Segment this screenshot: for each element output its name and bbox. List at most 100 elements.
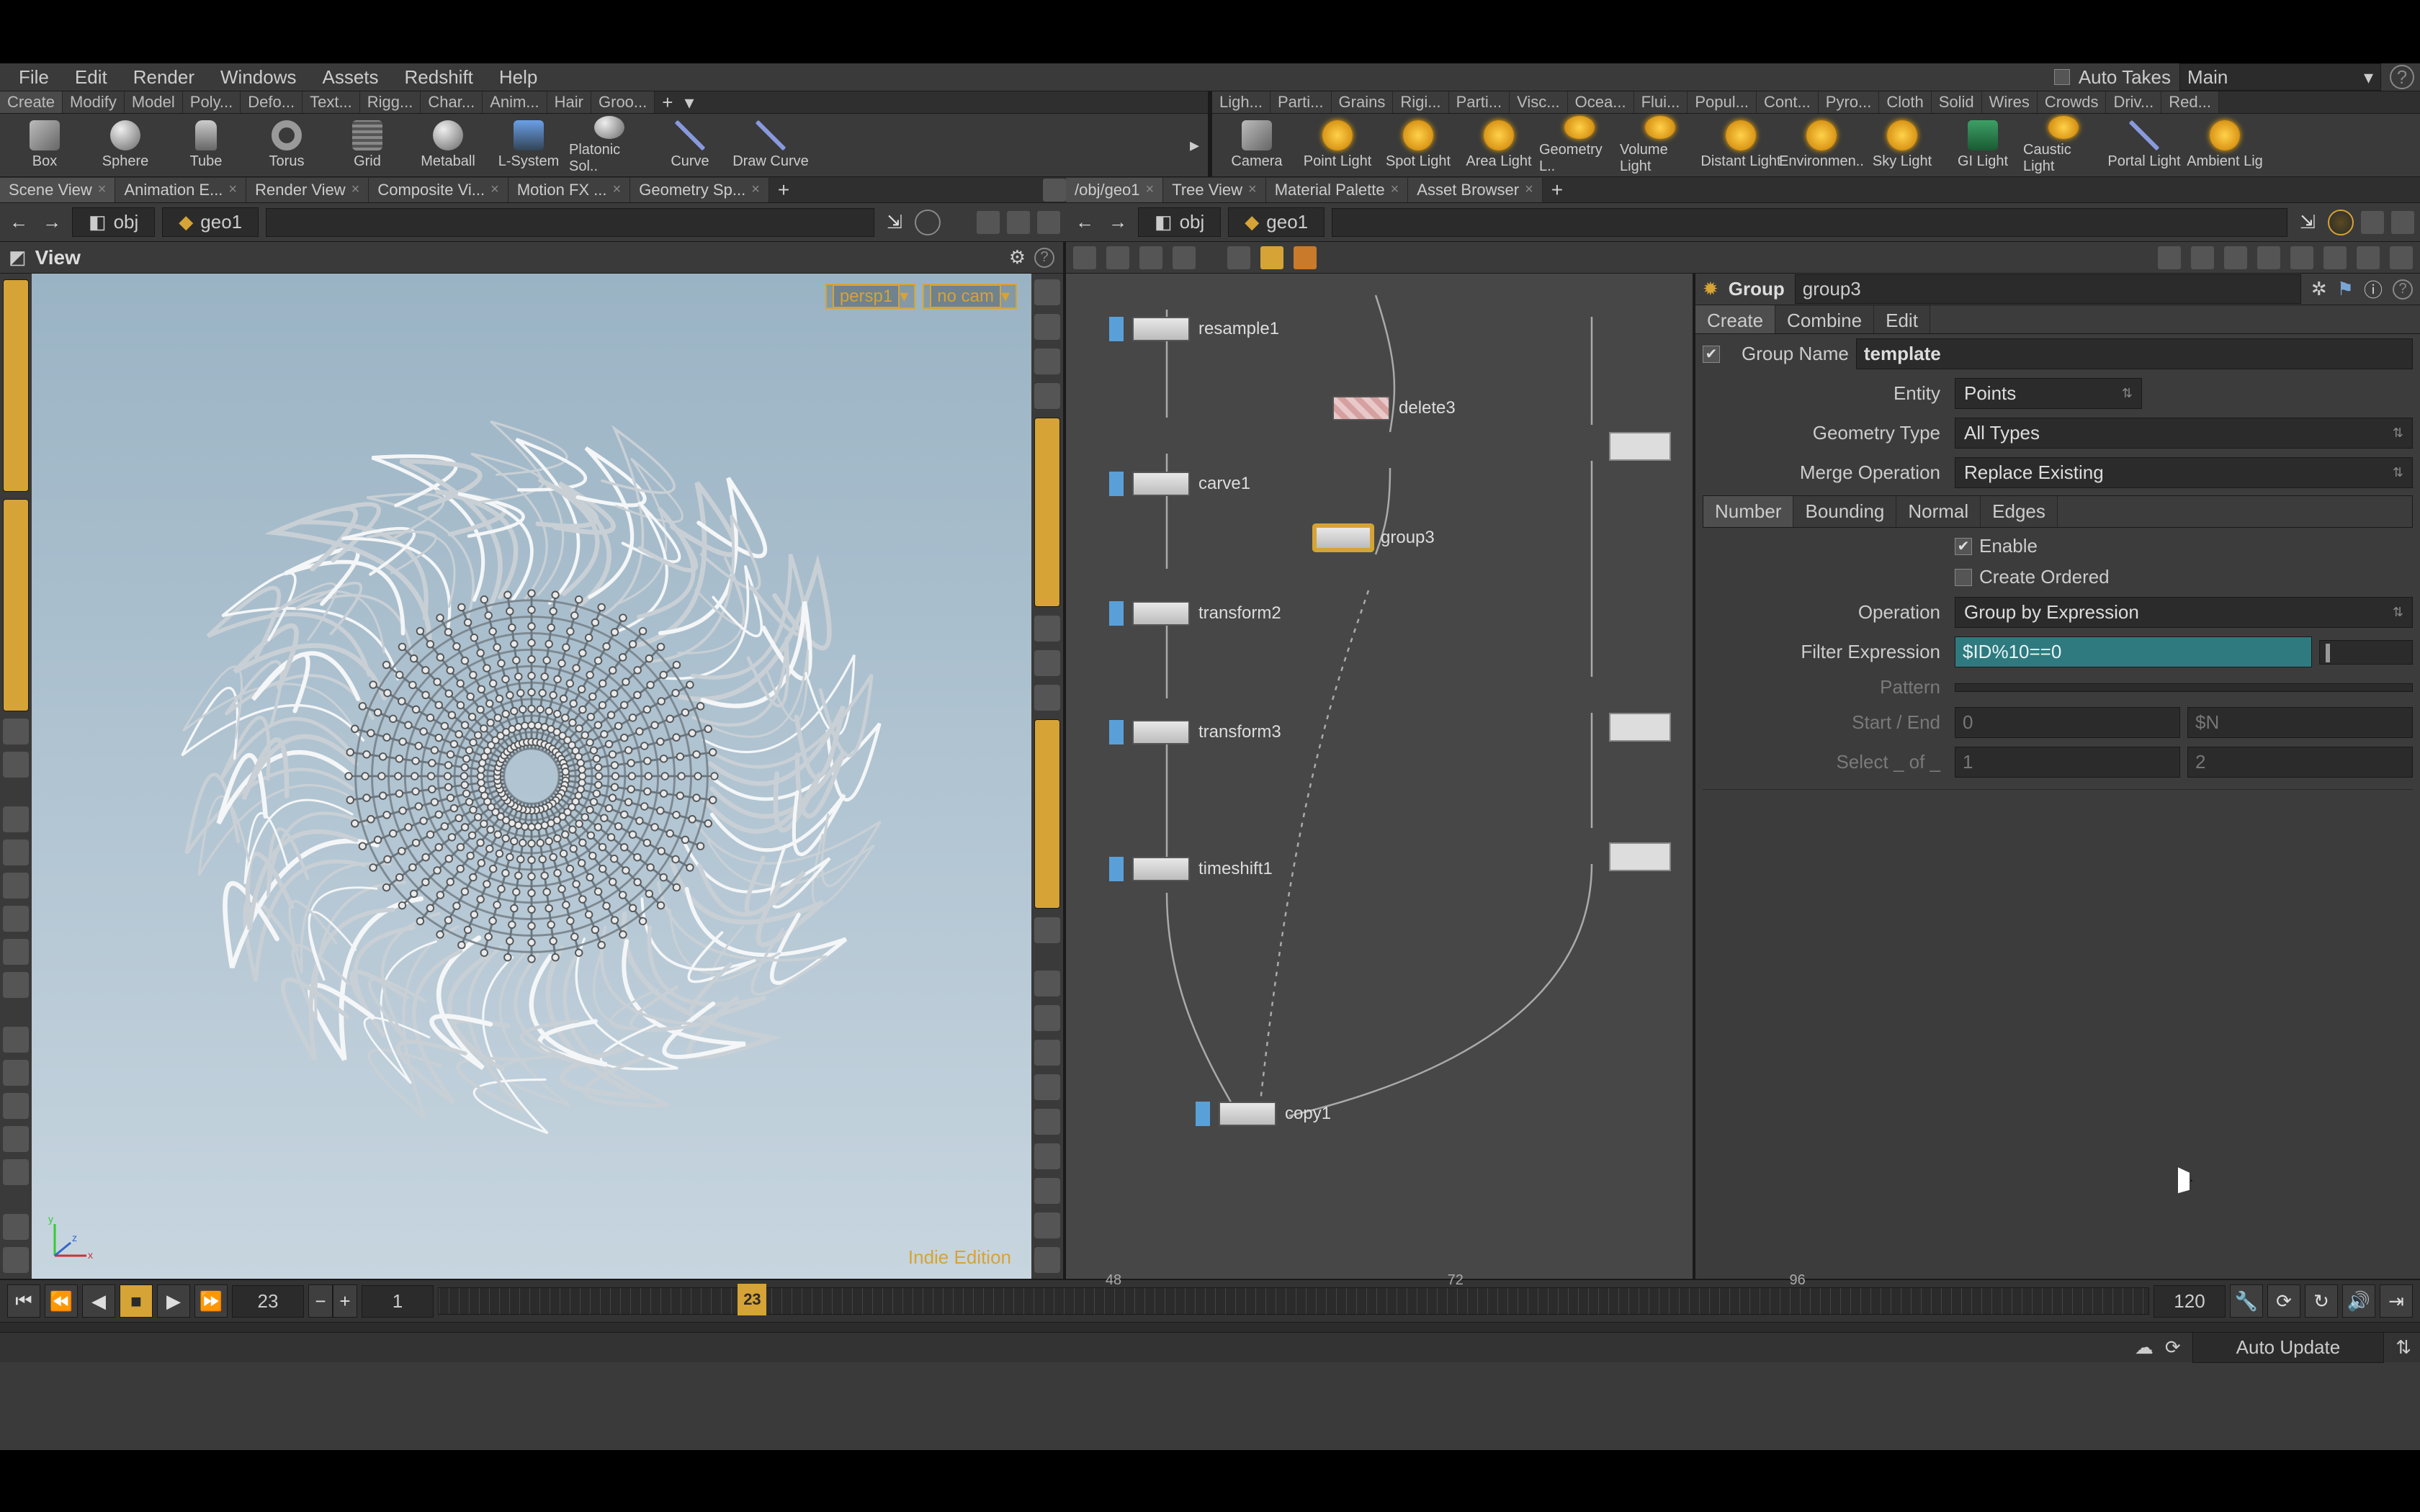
shelf-tab[interactable]: Hair — [547, 91, 591, 113]
add-tab-icon[interactable]: + — [769, 176, 798, 204]
tool-pointer[interactable] — [3, 806, 29, 832]
ghost-icon[interactable] — [1034, 418, 1060, 607]
path-segment[interactable]: ◆ geo1 — [1228, 207, 1325, 237]
shelf-tab[interactable]: Defo... — [241, 91, 302, 113]
menu-file[interactable]: File — [6, 63, 62, 91]
pane-tab[interactable]: Render View× — [246, 178, 369, 202]
close-icon[interactable]: × — [751, 181, 760, 198]
chevron-down-icon[interactable] — [3, 1159, 29, 1185]
help-icon[interactable]: ? — [1034, 248, 1054, 268]
filter-expression-input[interactable]: $ID%10==0 — [1955, 636, 2312, 667]
takes-dropdown[interactable]: Main ▾ — [2179, 63, 2381, 91]
pane-tab[interactable]: Animation E...× — [115, 178, 246, 202]
shelf-scroll-icon[interactable]: ▸ — [1186, 134, 1204, 156]
group-name-toggle[interactable]: ✔ — [1703, 346, 1720, 363]
shelf-tool-volumelight[interactable]: Volume Light — [1620, 116, 1700, 175]
close-icon[interactable]: × — [1146, 181, 1155, 198]
shelf-tab[interactable]: Ligh... — [1212, 91, 1270, 113]
shelf-tab[interactable]: Create — [0, 91, 63, 113]
close-icon[interactable]: × — [228, 181, 237, 198]
path-dropdown[interactable] — [266, 208, 874, 237]
display-flag[interactable] — [1109, 472, 1124, 496]
shelf-tool-envlight[interactable]: Environmen.. — [1781, 116, 1862, 175]
close-icon[interactable]: × — [490, 181, 499, 198]
shelf-tab[interactable]: Modify — [63, 91, 125, 113]
display-flag[interactable] — [1109, 317, 1124, 341]
forward-icon[interactable]: → — [39, 210, 65, 235]
display-icon[interactable] — [1034, 719, 1060, 909]
pin-icon[interactable]: ⇲ — [882, 210, 908, 235]
close-icon[interactable]: × — [1525, 181, 1533, 198]
viewport-menu-icon[interactable]: ◩ — [9, 246, 27, 269]
display-icon[interactable] — [1034, 650, 1060, 676]
tool-scale[interactable] — [3, 906, 29, 932]
spreadsheet-icon[interactable] — [1139, 246, 1162, 269]
subtab-bounding[interactable]: Bounding — [1793, 496, 1896, 527]
path-segment[interactable]: ◆ geo1 — [162, 207, 259, 237]
toolbar-icon[interactable] — [977, 211, 1000, 234]
node-group3[interactable]: group3 — [1314, 526, 1435, 550]
shading-icon[interactable] — [1034, 1178, 1060, 1204]
node-delete3[interactable]: delete3 — [1332, 396, 1456, 420]
shelf-tab[interactable]: Crowds — [2038, 91, 2107, 113]
create-ordered-checkbox[interactable] — [1955, 569, 1972, 586]
gear-icon[interactable]: ✲ — [2311, 278, 2327, 300]
toolbar-icon[interactable] — [1037, 211, 1060, 234]
shelf-tab[interactable]: Ocea... — [1568, 91, 1634, 113]
target-icon[interactable] — [1034, 383, 1060, 409]
pane-tab[interactable]: Geometry Sp...× — [630, 178, 769, 202]
tool-magnet[interactable] — [3, 1093, 29, 1119]
shelf-tab[interactable]: Char... — [421, 91, 483, 113]
record-icon[interactable] — [2328, 210, 2354, 235]
shelf-tab[interactable]: Model — [125, 91, 183, 113]
shelf-tab[interactable]: Pyro... — [1819, 91, 1880, 113]
shelf-tool-curve[interactable]: Curve — [650, 116, 730, 175]
chevron-updown-icon[interactable]: ⇅ — [2396, 1336, 2411, 1359]
subtab-normal[interactable]: Normal — [1896, 496, 1981, 527]
shelf-tab[interactable]: Cloth — [1879, 91, 1931, 113]
layout-icon[interactable] — [2191, 246, 2214, 269]
camera-selector[interactable]: persp1▾ — [825, 284, 915, 309]
current-frame-input[interactable]: 23 — [232, 1285, 304, 1318]
display-icon[interactable] — [1034, 685, 1060, 711]
note-icon[interactable] — [1260, 246, 1283, 269]
layout-icon[interactable] — [2158, 246, 2181, 269]
shelf-tool-causticlight[interactable]: Caustic Light — [2023, 116, 2104, 175]
shelf-tool-geolight[interactable]: Geometry L.. — [1539, 116, 1620, 175]
node-offscreen[interactable] — [1609, 713, 1671, 742]
node-copy1[interactable]: copy1 — [1196, 1102, 1331, 1126]
node-offscreen[interactable] — [1609, 432, 1671, 461]
node-resample1[interactable]: resample1 — [1109, 317, 1279, 341]
pane-tab[interactable]: Composite Vi...× — [369, 178, 508, 202]
shelf-tool-ambientlight[interactable]: Ambient Lig — [2184, 116, 2265, 175]
shelf-menu-icon[interactable]: ▾ — [680, 91, 698, 113]
menu-render[interactable]: Render — [120, 63, 207, 91]
pane-tab[interactable]: Scene View× — [0, 178, 115, 202]
toolbar-icon[interactable] — [2391, 211, 2414, 234]
node-offscreen[interactable] — [1609, 842, 1671, 871]
record-icon[interactable] — [915, 210, 941, 235]
help-icon[interactable]: ? — [2393, 279, 2413, 300]
shelf-tab[interactable]: Parti... — [1449, 91, 1510, 113]
timeline-options-icon[interactable]: 🔧 — [2230, 1284, 2263, 1318]
shelf-tool-drawcurve[interactable]: Draw Curve — [730, 116, 811, 175]
prev-key-button[interactable]: ⏪ — [45, 1284, 78, 1318]
group-name-input[interactable]: template — [1856, 338, 2413, 369]
viewport-settings-icon[interactable]: ⚙ — [1009, 246, 1026, 269]
enable-checkbox[interactable]: ✔ — [1955, 538, 1972, 555]
play-button[interactable]: ▶ — [157, 1284, 190, 1318]
tool-snap[interactable] — [3, 1027, 29, 1053]
tool-brush[interactable] — [3, 719, 29, 744]
subtab-edges[interactable]: Edges — [1981, 496, 2058, 527]
close-icon[interactable]: × — [351, 181, 360, 198]
tool-misc[interactable] — [3, 1247, 29, 1273]
shelf-tab[interactable]: Solid — [1932, 91, 1982, 113]
tool-move[interactable] — [3, 840, 29, 865]
menu-help[interactable]: Help — [486, 63, 550, 91]
display-icon[interactable] — [1034, 314, 1060, 340]
tool-misc[interactable] — [3, 1214, 29, 1240]
display-icon[interactable] — [1034, 917, 1060, 943]
close-icon[interactable]: × — [1248, 181, 1257, 198]
list-view-icon[interactable] — [1106, 246, 1129, 269]
display-flag[interactable] — [1109, 720, 1124, 744]
